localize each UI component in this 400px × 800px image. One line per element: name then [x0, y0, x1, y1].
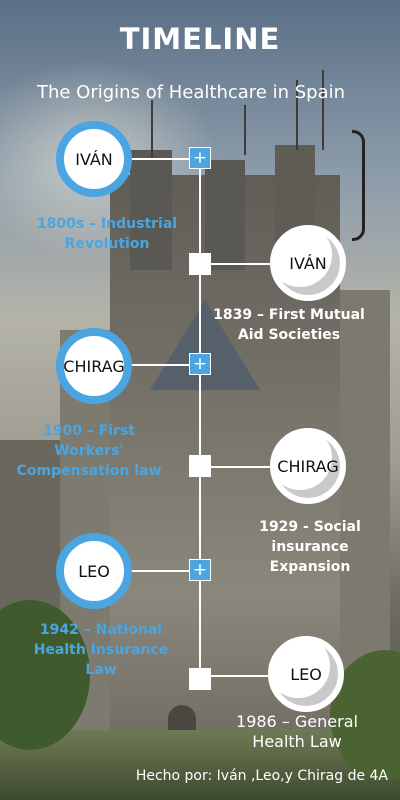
- page-subtitle: The Origins of Healthcare in Spain: [36, 82, 346, 103]
- plus-icon[interactable]: +: [189, 147, 211, 169]
- person-avatar-ivan[interactable]: IVÁN: [270, 225, 346, 301]
- person-avatar-leo[interactable]: LEO: [56, 533, 132, 609]
- person-avatar-leo[interactable]: LEO: [268, 636, 344, 712]
- event-title: 1929 - Social insurance Expansion: [259, 519, 361, 575]
- timeline-axis: [199, 160, 201, 680]
- person-avatar-ivan[interactable]: IVÁN: [56, 121, 132, 197]
- connector-line: [200, 263, 280, 265]
- timeline-page: TIMELINE The Origins of Healthcare in Sp…: [0, 0, 400, 800]
- event-title: 1900 – First Workers' Compensation law: [16, 423, 162, 479]
- timeline-node[interactable]: [189, 668, 211, 690]
- timeline-node[interactable]: [189, 455, 211, 477]
- page-title: TIMELINE: [119, 22, 281, 56]
- plus-icon[interactable]: +: [189, 353, 211, 375]
- timeline-node[interactable]: [189, 253, 211, 275]
- event-title: 1942 – National Health Insurance Law: [33, 622, 169, 678]
- person-avatar-chirag[interactable]: CHIRAG: [270, 428, 346, 504]
- footer-credit: Hecho por: Iván ,Leo,y Chirag de 4A: [135, 768, 388, 784]
- person-avatar-chirag[interactable]: CHIRAG: [56, 328, 132, 404]
- event-title: 1800s – Industrial Revolution: [36, 216, 178, 252]
- connector-line: [200, 466, 280, 468]
- event-title: 1986 – General Health Law: [236, 712, 358, 751]
- plus-icon[interactable]: +: [189, 559, 211, 581]
- event-title: 1839 – First Mutual Aid Societies: [213, 307, 365, 343]
